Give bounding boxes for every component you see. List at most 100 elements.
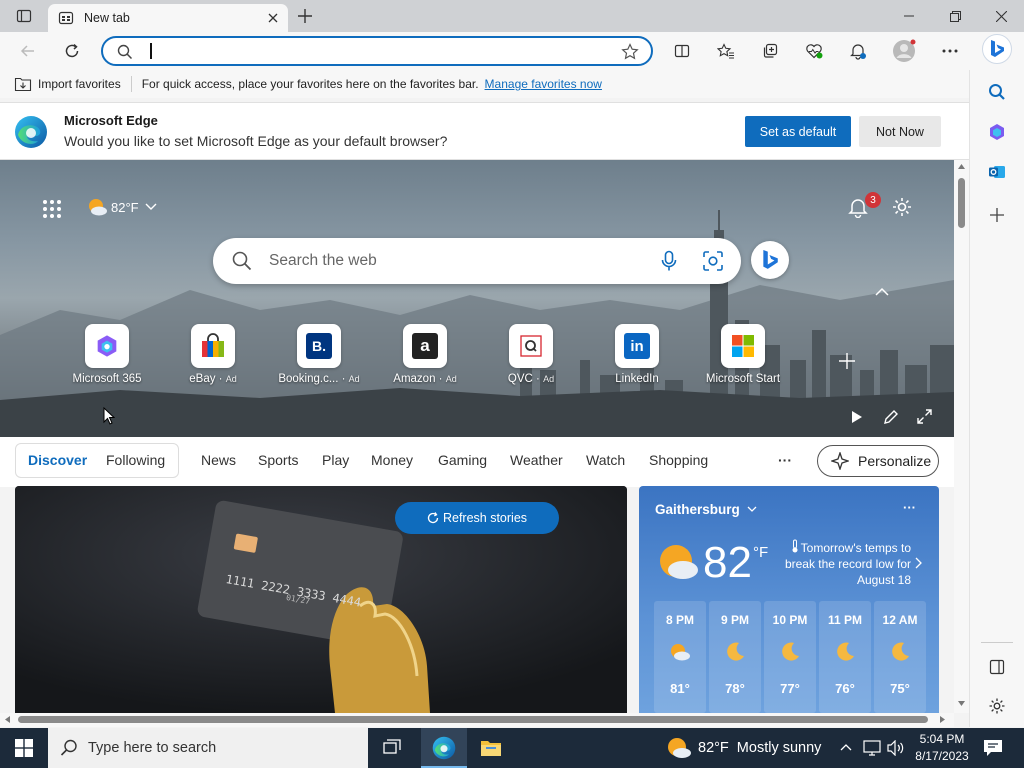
taskbar-weather[interactable]: 82°F Mostly sunny xyxy=(666,736,821,760)
favorites-icon[interactable] xyxy=(710,36,742,66)
microphone-icon[interactable] xyxy=(659,250,679,272)
vertical-scrollbar[interactable] xyxy=(954,160,969,713)
refresh-icon[interactable] xyxy=(56,36,88,66)
tab-actions-icon[interactable] xyxy=(8,1,40,31)
new-tab-page: 82°F 3 Search the web Microsoft 365 eBay… xyxy=(0,160,954,713)
page-settings-icon[interactable] xyxy=(891,196,913,218)
browser-essentials-icon[interactable] xyxy=(798,36,830,66)
volume-icon[interactable] xyxy=(887,740,905,756)
tab-news[interactable]: News xyxy=(201,452,236,468)
windows-start-icon[interactable] xyxy=(15,739,33,757)
network-icon[interactable] xyxy=(863,740,881,756)
close-tab-icon[interactable] xyxy=(262,7,284,29)
import-favorites-button[interactable]: Import favorites xyxy=(38,77,121,91)
microsoft-365-icon[interactable] xyxy=(988,123,1006,141)
weather-card[interactable]: Gaithersburg ··· 82 °F Tomorrow's temps … xyxy=(639,486,939,713)
search-icon xyxy=(232,251,252,271)
visual-search-icon[interactable] xyxy=(702,250,724,272)
hide-sidebar-icon[interactable] xyxy=(989,659,1005,675)
weather-location[interactable]: Gaithersburg xyxy=(655,502,740,517)
outlook-icon[interactable] xyxy=(988,163,1006,181)
vertical-scroll-thumb[interactable] xyxy=(958,178,965,228)
close-window-button[interactable] xyxy=(978,0,1024,32)
apps-launcher-icon[interactable] xyxy=(42,199,62,219)
edit-background-icon[interactable] xyxy=(883,409,899,425)
more-tabs-button[interactable]: ··· xyxy=(778,452,792,468)
more-options-icon[interactable] xyxy=(934,36,966,66)
taskbar-clock-time[interactable]: 5:04 PM xyxy=(912,732,972,746)
chevron-right-icon[interactable] xyxy=(915,557,922,569)
search-icon xyxy=(117,44,133,60)
hour-label: 9 PM xyxy=(720,613,749,627)
tab-sports[interactable]: Sports xyxy=(258,452,298,468)
play-icon[interactable] xyxy=(851,410,863,424)
weather-more-icon[interactable]: ··· xyxy=(903,500,916,515)
minimize-button[interactable] xyxy=(886,0,932,32)
quick-link-ebay[interactable]: eBay · Ad xyxy=(158,324,268,385)
quick-link-linkedin[interactable]: in LinkedIn xyxy=(582,324,692,385)
add-favorite-star-icon[interactable] xyxy=(621,43,639,61)
tab-shopping[interactable]: Shopping xyxy=(649,452,708,468)
hourly-forecast-item[interactable]: 11 PM 76° xyxy=(819,601,871,713)
tab-play[interactable]: Play xyxy=(322,452,349,468)
new-tab-button[interactable] xyxy=(289,1,321,31)
story-card[interactable]: 1111 2222 3333 4444 01/27 Refresh storie… xyxy=(15,486,627,713)
expand-icon[interactable] xyxy=(917,409,932,424)
horizontal-scrollbar[interactable] xyxy=(0,713,954,727)
ad-label: Ad xyxy=(348,374,360,384)
restore-button[interactable] xyxy=(932,0,978,32)
chevron-down-icon[interactable] xyxy=(747,506,757,513)
taskbar-clock-date[interactable]: 8/17/2023 xyxy=(912,749,972,763)
tab-watch[interactable]: Watch xyxy=(586,452,625,468)
web-search-box[interactable]: Search the web xyxy=(213,238,741,284)
divider xyxy=(130,76,132,92)
quick-link-microsoft-start[interactable]: Microsoft Start xyxy=(688,324,798,385)
refresh-stories-button[interactable]: Refresh stories xyxy=(395,502,559,534)
bing-copilot-icon[interactable] xyxy=(982,34,1012,64)
hourly-forecast-item[interactable]: 8 PM 81° xyxy=(654,601,706,713)
show-hidden-icons-chevron-icon[interactable] xyxy=(840,743,852,751)
hourly-forecast-item[interactable]: 12 AM 75° xyxy=(874,601,926,713)
tab-following[interactable]: Following xyxy=(106,452,165,468)
tab-discover[interactable]: Discover xyxy=(28,452,87,468)
file-explorer-icon[interactable] xyxy=(480,738,502,758)
sidebar-add-icon[interactable] xyxy=(990,208,1004,222)
tab-new-tab[interactable]: New tab xyxy=(48,4,288,32)
tab-money[interactable]: Money xyxy=(371,452,413,468)
ad-label: Ad xyxy=(543,374,555,384)
tab-gaming[interactable]: Gaming xyxy=(438,452,487,468)
address-bar[interactable] xyxy=(101,36,653,66)
hourly-forecast-item[interactable]: 9 PM 78° xyxy=(709,601,761,713)
task-view-icon[interactable] xyxy=(383,739,401,757)
notifications-icon[interactable] xyxy=(842,36,874,66)
edge-logo xyxy=(14,115,48,149)
collections-icon[interactable] xyxy=(754,36,786,66)
back-icon[interactable] xyxy=(12,36,44,66)
moon-icon xyxy=(779,641,801,663)
personalize-button[interactable]: Personalize xyxy=(817,445,939,477)
weather-widget[interactable]: 82°F xyxy=(86,196,157,218)
collapse-chevron-up-icon[interactable] xyxy=(875,287,889,296)
sidebar-settings-icon[interactable] xyxy=(988,697,1006,715)
quick-link-booking[interactable]: B. Booking.c... · Ad xyxy=(264,324,374,385)
weather-tip[interactable]: Tomorrow's temps to break the record low… xyxy=(779,540,911,588)
set-as-default-button[interactable]: Set as default xyxy=(745,116,851,147)
taskbar-edge-app[interactable] xyxy=(421,728,467,768)
sidebar-search-icon[interactable] xyxy=(988,83,1006,101)
horizontal-scroll-thumb[interactable] xyxy=(18,716,928,723)
split-screen-icon[interactable] xyxy=(666,36,698,66)
quick-link-qvc[interactable]: QVC · Ad xyxy=(476,324,586,385)
profile-avatar[interactable] xyxy=(888,36,920,66)
action-center-icon[interactable] xyxy=(983,739,1003,757)
add-shortcut-icon[interactable] xyxy=(839,353,855,369)
taskbar-search-box[interactable]: Type here to search xyxy=(48,728,368,768)
hour-label: 12 AM xyxy=(882,613,918,627)
bing-chat-button[interactable] xyxy=(751,241,789,279)
manage-favorites-link[interactable]: Manage favorites now xyxy=(485,77,602,91)
hour-temp: 75° xyxy=(890,681,910,696)
quick-link-amazon[interactable]: a Amazon · Ad xyxy=(370,324,480,385)
quick-link-microsoft-365[interactable]: Microsoft 365 xyxy=(52,324,162,385)
not-now-button[interactable]: Not Now xyxy=(859,116,941,147)
hourly-forecast-item[interactable]: 10 PM 77° xyxy=(764,601,816,713)
tab-weather[interactable]: Weather xyxy=(510,452,563,468)
